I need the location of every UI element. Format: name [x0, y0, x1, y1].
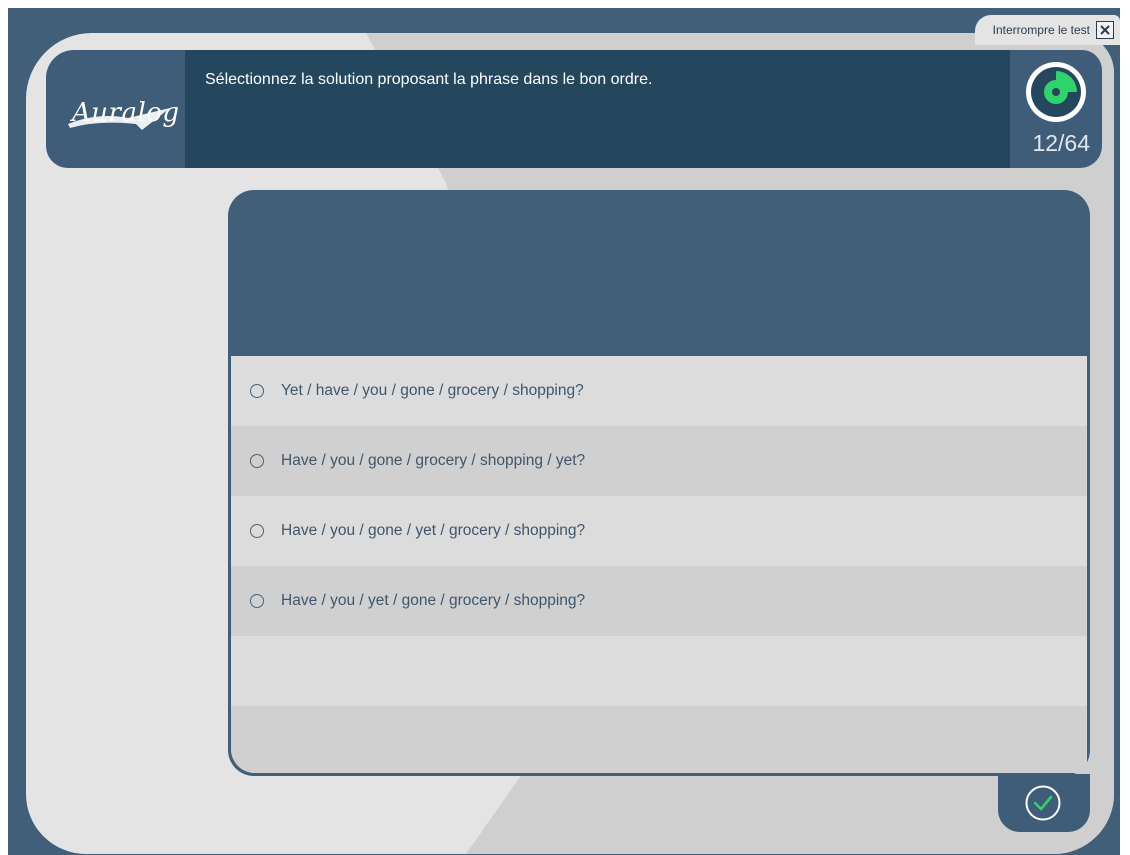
question-counter: 12/64: [1032, 130, 1090, 156]
answer-label: Have / you / gone / grocery / shopping /…: [281, 452, 586, 469]
answer-list: Yet / have / you / gone / grocery / shop…: [231, 356, 1087, 773]
validate-button[interactable]: [998, 774, 1090, 832]
answer-option-2[interactable]: Have / you / gone / grocery / shopping /…: [231, 426, 1087, 496]
empty-row: [231, 706, 1087, 773]
answer-label: Have / you / gone / yet / grocery / shop…: [281, 522, 586, 539]
header-bar: Auralog Sélectionnez la solution proposa…: [46, 50, 1102, 168]
timer-icon: [1026, 62, 1086, 122]
answer-option-1[interactable]: Yet / have / you / gone / grocery / shop…: [231, 356, 1087, 426]
answer-label: Have / you / yet / gone / grocery / shop…: [281, 592, 586, 609]
radio-icon[interactable]: [250, 594, 264, 608]
answer-option-4[interactable]: Have / you / yet / gone / grocery / shop…: [231, 566, 1087, 636]
auralog-logo: Auralog: [58, 78, 179, 138]
radio-icon[interactable]: [250, 454, 264, 468]
stop-test-tab[interactable]: Interrompre le test: [974, 15, 1120, 45]
empty-row: [231, 636, 1087, 706]
radio-icon[interactable]: [250, 384, 264, 398]
answer-label: Yet / have / you / gone / grocery / shop…: [281, 382, 584, 399]
question-card: Yet / have / you / gone / grocery / shop…: [228, 190, 1090, 776]
stop-test-label: Interrompre le test: [992, 23, 1090, 37]
radio-icon[interactable]: [250, 524, 264, 538]
instruction-text: Sélectionnez la solution proposant la ph…: [205, 71, 653, 88]
close-icon[interactable]: [1096, 21, 1114, 39]
checkmark-icon[interactable]: [1024, 784, 1062, 822]
instruction-box: Sélectionnez la solution proposant la ph…: [185, 50, 1010, 168]
answer-option-3[interactable]: Have / you / gone / yet / grocery / shop…: [231, 496, 1087, 566]
